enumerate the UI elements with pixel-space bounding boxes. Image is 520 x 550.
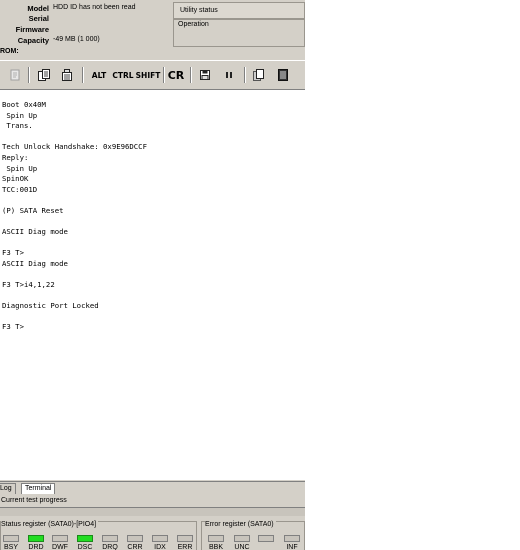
utility-status-panel: Utility status <box>173 2 305 19</box>
led-label: DRQ <box>102 544 118 550</box>
cr-button[interactable]: CR <box>166 66 186 84</box>
led-blank <box>258 535 274 542</box>
toolbar-separator <box>244 67 246 83</box>
serial-label: Serial <box>28 14 49 23</box>
led-label: BBK <box>208 544 223 550</box>
toolbar-separator <box>82 67 84 83</box>
model-value: HDD ID has not been read <box>53 4 136 11</box>
shift-button[interactable]: SHIFT <box>135 66 161 84</box>
registers-panel: Status register (SATA0)-[PIO4] BSY DRD DWF… <box>0 517 305 550</box>
pages-icon[interactable] <box>250 66 268 84</box>
firmware-label: Firmware <box>15 25 49 34</box>
led-idx <box>152 535 168 542</box>
utility-status-label: Utility status <box>180 7 218 14</box>
device-icon[interactable] <box>58 66 76 84</box>
status-register-title: Status register (SATA0)-[PIO4] <box>1 521 99 528</box>
led-label: DRD <box>28 544 44 550</box>
led-label: CRR <box>127 544 143 550</box>
led-unc <box>234 535 250 542</box>
error-register-group: Error register (SATA0) BBK UNC INF <box>201 521 305 550</box>
led-label: ERR <box>177 544 193 550</box>
terminal-output[interactable]: Boot 0x40M Spin Up Trans. Tech Unlock Ha… <box>0 90 305 480</box>
led-dwf <box>52 535 68 542</box>
tab-terminal[interactable]: Terminal <box>21 483 56 494</box>
toolbar-separator <box>28 67 30 83</box>
terminal-text: Boot 0x40M Spin Up Trans. Tech Unlock Ha… <box>2 100 147 332</box>
led-label: DSC <box>77 544 93 550</box>
log-book-icon[interactable] <box>274 66 292 84</box>
led-label: INF <box>286 544 298 550</box>
drive-info-panel: Model HDD ID has not been read Serial Fi… <box>0 0 305 47</box>
operation-label: Operation <box>178 21 209 28</box>
led-label: UNC <box>234 544 250 550</box>
led-drq <box>102 535 118 542</box>
led-bbk <box>208 535 224 542</box>
capacity-value: -49 MB (1 000) <box>53 36 100 43</box>
rom-label: ROM: <box>0 48 19 55</box>
toolbar-separator <box>190 67 192 83</box>
led-label: BSY <box>3 544 18 550</box>
disabled-doc-icon[interactable] <box>6 66 24 84</box>
operation-panel: Operation <box>173 19 305 47</box>
alt-button[interactable]: ALT <box>88 66 110 84</box>
status-register-group: Status register (SATA0)-[PIO4] BSY DRD DWF… <box>0 521 197 550</box>
error-register-title: Error register (SATA0) <box>205 521 276 528</box>
save-icon[interactable] <box>196 66 214 84</box>
ctrl-button[interactable]: CTRL <box>111 66 135 84</box>
progress-label: Current test progress <box>1 497 67 504</box>
capacity-label: Capacity <box>17 36 49 45</box>
copy-icon[interactable] <box>35 66 53 84</box>
tab-bar: Log Terminal <box>0 481 305 494</box>
toolbar-separator <box>163 67 165 83</box>
led-crr <box>127 535 143 542</box>
led-label: DWF <box>52 544 68 550</box>
utility-window: Model HDD ID has not been read Serial Fi… <box>0 0 305 550</box>
led-err <box>177 535 193 542</box>
led-bsy <box>3 535 19 542</box>
led-inf <box>284 535 300 542</box>
led-drd <box>28 535 44 542</box>
tab-log[interactable]: Log <box>0 483 16 494</box>
led-label: IDX <box>154 544 166 550</box>
led-dsc <box>77 535 93 542</box>
pause-icon[interactable] <box>220 66 238 84</box>
toolbar: ALT CTRL SHIFT CR <box>0 60 305 90</box>
model-label: Model <box>27 4 49 13</box>
progress-bar <box>0 507 305 516</box>
